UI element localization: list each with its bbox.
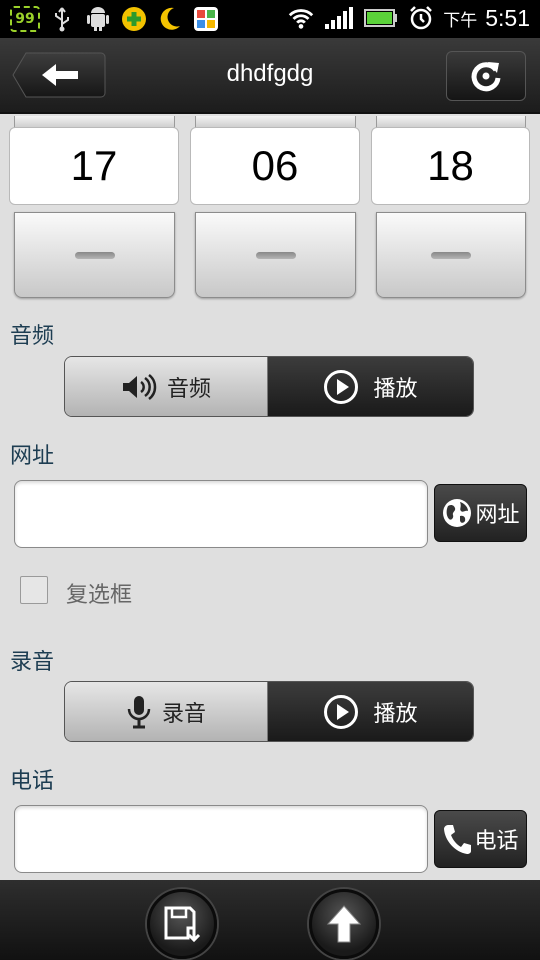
record-label: 录音 (161, 701, 206, 727)
minus-icon (255, 251, 296, 259)
time-period: 下午 (443, 10, 478, 31)
save-icon (164, 906, 201, 943)
battery-icon (363, 4, 399, 32)
alarm-icon (407, 4, 435, 32)
url-input[interactable] (14, 480, 428, 548)
recording-segmented-control: 录音 播放 (64, 681, 474, 742)
phone-button[interactable]: 电话 (434, 810, 527, 868)
url-section-label: 网址 (10, 444, 55, 469)
globe-icon (443, 499, 472, 527)
upload-arrow-icon (326, 905, 362, 943)
url-button[interactable]: 网址 (434, 484, 527, 542)
minus-icon (74, 251, 115, 259)
record-button[interactable]: 录音 (65, 682, 268, 741)
back-button[interactable] (12, 52, 106, 98)
phone-section-label: 电话 (10, 769, 55, 794)
microphone-icon (127, 695, 151, 728)
phone-button-label: 电话 (474, 829, 519, 854)
recording-section-label: 录音 (10, 650, 55, 675)
phone-input[interactable] (14, 805, 428, 873)
speaker-icon (122, 373, 157, 400)
minute-decrement-button[interactable] (195, 212, 356, 298)
usb-icon (48, 5, 76, 33)
url-button-label: 网址 (475, 503, 520, 528)
signal-icon (323, 4, 355, 32)
gallery-app-icon (192, 5, 220, 33)
title-bar: dhdfgdg (0, 38, 540, 114)
android-debug-icon (84, 5, 112, 33)
phone-icon (444, 825, 472, 854)
page-title: dhdfgdg (226, 60, 314, 87)
minus-icon (431, 251, 471, 259)
minute-value[interactable]: 06 (190, 127, 360, 205)
status-time: 5:51 (485, 4, 530, 31)
play-icon (324, 694, 359, 729)
second-value[interactable]: 18 (371, 127, 530, 205)
hour-value[interactable]: 17 (9, 127, 179, 205)
refresh-icon (471, 62, 501, 92)
audio-segmented-control: 音频 播放 (64, 356, 474, 417)
second-decrement-button[interactable] (376, 212, 526, 298)
audio-play-button[interactable]: 播放 (268, 357, 473, 416)
bottom-toolbar (0, 880, 540, 960)
hour-decrement-button[interactable] (14, 212, 175, 298)
wifi-icon (287, 4, 315, 32)
status-bar: 99 下午 5:51 (0, 0, 540, 38)
recording-play-button[interactable]: 播放 (268, 682, 473, 741)
play-icon (324, 369, 359, 404)
audio-section-label: 音频 (10, 324, 55, 349)
upload-button[interactable] (309, 889, 379, 959)
moon-icon (156, 5, 184, 33)
checkbox[interactable] (20, 576, 48, 604)
checkbox-label: 复选框 (66, 583, 133, 608)
refresh-button[interactable] (446, 51, 526, 101)
battery-level-badge: 99 (10, 6, 40, 32)
plus-app-icon (120, 5, 148, 33)
audio-play-label: 播放 (373, 376, 418, 402)
audio-select-button[interactable]: 音频 (65, 357, 268, 416)
save-button[interactable] (147, 889, 217, 959)
recording-play-label: 播放 (373, 701, 418, 727)
audio-select-label: 音频 (166, 376, 211, 402)
back-arrow-icon (12, 52, 106, 98)
